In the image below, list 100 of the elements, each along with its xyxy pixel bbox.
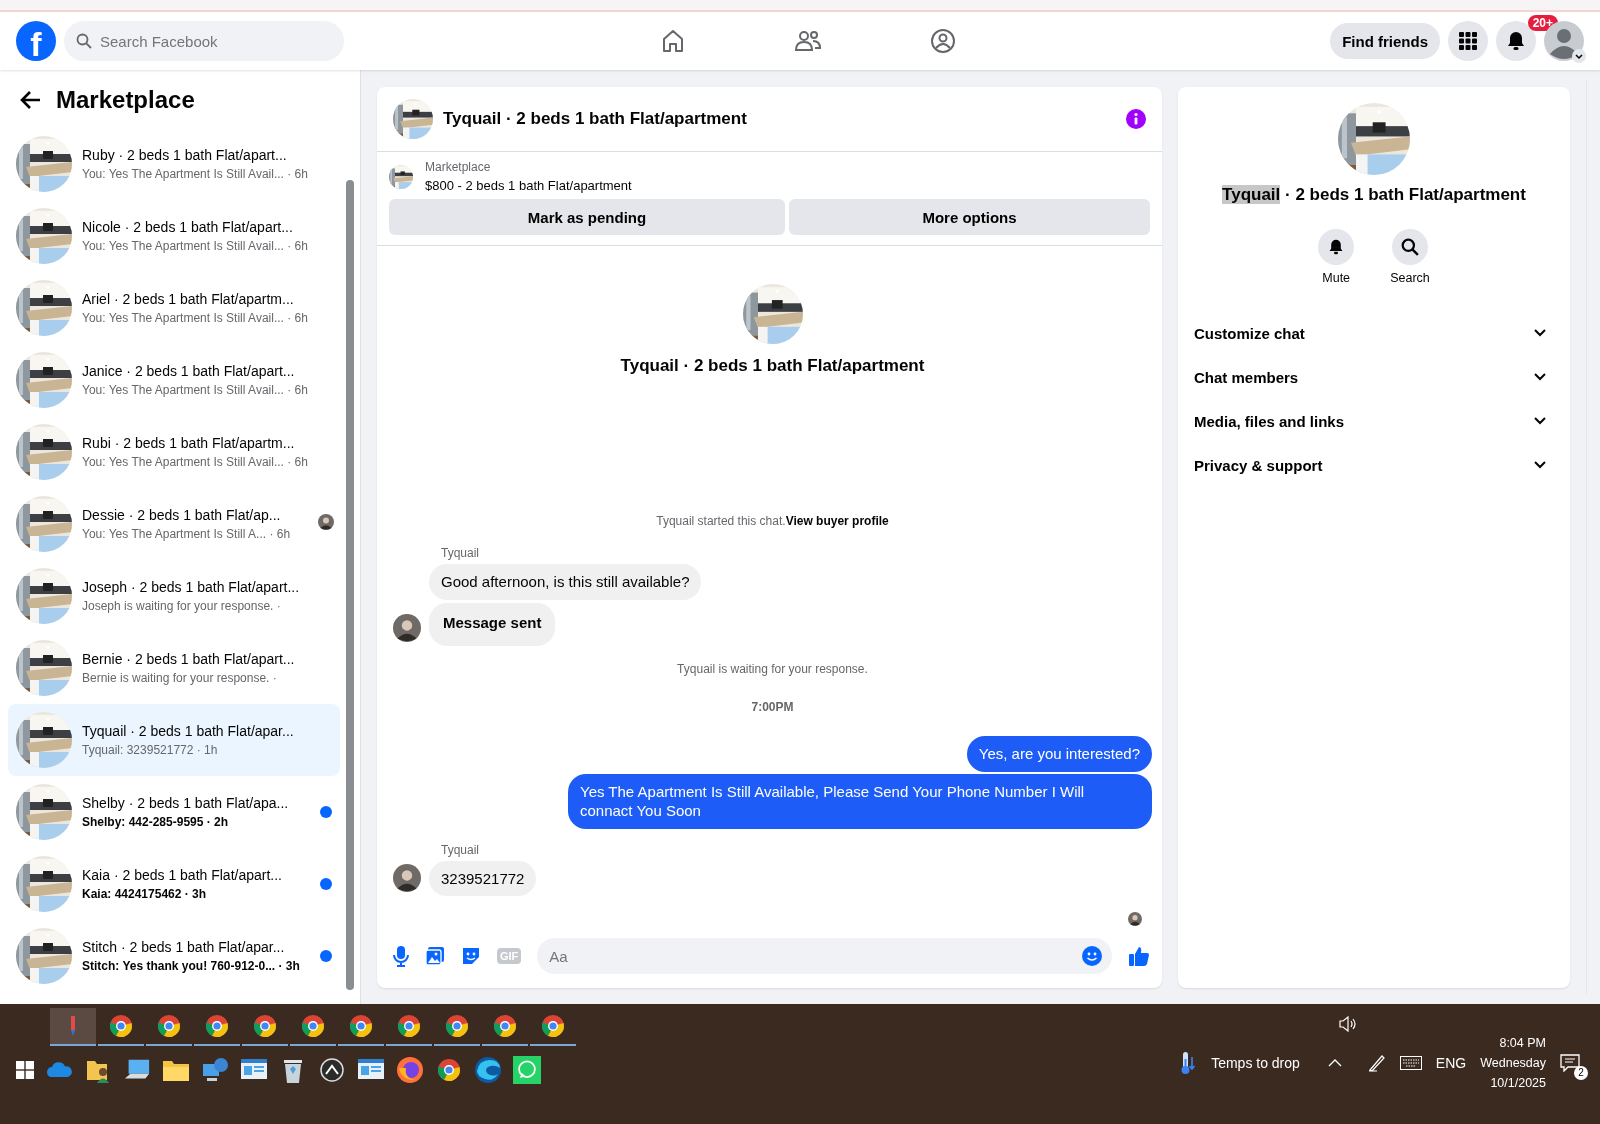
conversation-item[interactable]: Janice · 2 beds 1 bath Flat/apart... You: Yes The Apartment Is Still Avail... · 6h (8, 344, 340, 416)
conversation-title: Stitch · 2 beds 1 bath Flat/apar... (82, 939, 285, 955)
message-bubble: Yes The Apartment Is Still Available, Please Send Your Phone Number I Will connact You Soon (568, 773, 1152, 829)
sidebar-title: Marketplace (56, 86, 195, 114)
action-button[interactable]: Mark as pending (389, 199, 785, 235)
friends-icon[interactable] (794, 28, 823, 54)
browser-icon[interactable] (109, 1014, 133, 1038)
conversation-item[interactable]: Rubi · 2 beds 1 bath Flat/apartm... You: Yes The Apartment Is Still Avail... · 6h (8, 416, 340, 488)
conversation-item[interactable]: Nicole · 2 beds 1 bath Flat/apart... You: Yes The Apartment Is Still Avail... · 6h (8, 200, 340, 272)
conversation-item[interactable]: Tyquail · 2 beds 1 bath Flat/apar... Tyquail: 3239521772 · 1h (8, 704, 340, 776)
image-icon[interactable] (425, 946, 445, 966)
seen-avatar (1128, 912, 1142, 926)
browser-icon[interactable] (445, 1014, 469, 1038)
menu-button[interactable] (1448, 21, 1488, 61)
conversation-item[interactable]: Ariel · 2 beds 1 bath Flat/apartm... You: Yes The Apartment Is Still Avail... · 6h (8, 272, 340, 344)
conversation-preview: Stitch: Yes thank you! 760-912-0... · 3h (82, 959, 300, 973)
conversation-title: Dessie · 2 beds 1 bath Flat/ap... (82, 507, 281, 523)
conversation-title: Rubi · 2 beds 1 bath Flat/apartm... (82, 435, 295, 451)
chevron-icon (1572, 49, 1586, 63)
sender-avatar (393, 614, 421, 642)
section-row[interactable]: Chat members (1194, 355, 1554, 399)
section-row[interactable]: Customize chat (1194, 311, 1554, 355)
conversation-item[interactable]: Bernie · 2 beds 1 bath Flat/apart... Bernie is waiting for your response. · (8, 632, 340, 704)
conversation-preview: You: Yes The Apartment Is Still Avail... · 6h (82, 167, 308, 181)
browser-icon[interactable] (301, 1014, 325, 1038)
browser-icon[interactable] (397, 1014, 421, 1038)
section-row[interactable]: Media, files and links (1194, 399, 1554, 443)
find-friends-button[interactable]: Find friends (1330, 23, 1440, 59)
conversation-preview: You: Yes The Apartment Is Still Avail... · 6h (82, 239, 308, 253)
fox-browser-icon[interactable] (396, 1056, 424, 1084)
search-icon (1401, 238, 1419, 256)
microphone-icon[interactable] (393, 945, 409, 967)
chat-app-icon[interactable] (513, 1054, 541, 1086)
info-icon[interactable] (1126, 109, 1146, 129)
keyboard-icon[interactable] (1399, 1056, 1422, 1070)
scrollbar[interactable] (346, 180, 354, 990)
conversation-title: Nicole · 2 beds 1 bath Flat/apart... (82, 219, 293, 235)
browser-icon[interactable] (349, 1014, 373, 1038)
conversation-item[interactable]: Kaia · 2 beds 1 bath Flat/apart... Kaia: 4424175462 · 3h (8, 848, 340, 920)
clock-time[interactable]: 8:04 PM (1499, 1036, 1546, 1050)
folder-icon[interactable] (162, 1058, 190, 1082)
conversation-item[interactable]: Dessie · 2 beds 1 bath Flat/ap... You: Yes The Apartment Is Still A... · 6h (8, 488, 340, 560)
thumbs-up-icon[interactable] (1128, 945, 1150, 967)
conversation-item[interactable]: Shelby · 2 beds 1 bath Flat/apa... Shelby: 442-285-9595 · 2h (8, 776, 340, 848)
clock-date[interactable]: 10/1/2025 (1490, 1076, 1546, 1090)
conversation-title: Joseph · 2 beds 1 bath Flat/apart... (82, 579, 300, 595)
sticker-icon[interactable] (461, 946, 481, 966)
clock-day[interactable]: Wednesday (1480, 1056, 1546, 1070)
bell-icon (1506, 31, 1526, 51)
wave-browser-icon[interactable] (474, 1056, 502, 1084)
search-field[interactable]: Search Facebook (64, 21, 344, 61)
language-indicator[interactable]: ENG (1435, 1055, 1467, 1071)
back-arrow-icon[interactable] (20, 90, 42, 110)
message-bubble: 3239521772 (429, 860, 537, 896)
browser-icon[interactable] (541, 1014, 565, 1038)
conversation-preview: You: Yes The Apartment Is Still A... · 6h (82, 527, 291, 541)
seen-avatar (318, 514, 334, 530)
conversation-item[interactable]: Stitch · 2 beds 1 bath Flat/apar... Stitch: Yes thank you! 760-912-0... · 3h (8, 920, 340, 992)
search-icon (76, 33, 92, 49)
bell-icon (1328, 239, 1345, 255)
browser-icon[interactable] (157, 1014, 181, 1038)
intro-title: Tyquail · 2 beds 1 bath Flat/apartment (620, 356, 925, 376)
sender-avatar (393, 864, 421, 892)
windows-icon[interactable] (16, 1061, 34, 1079)
browser-icon[interactable] (253, 1014, 277, 1038)
emoji-icon[interactable] (1082, 946, 1102, 966)
listing-source: Marketplace (425, 160, 492, 174)
thermometer-icon[interactable] (1179, 1051, 1198, 1075)
conversation-preview: Shelby: 442-285-9595 · 2h (82, 815, 229, 829)
chat-title: Tyquail · 2 beds 1 bath Flat/apartment (443, 109, 748, 129)
chat-notice: Tyquail started this chat.View buyer profile (655, 514, 890, 528)
message-field[interactable]: Aa (537, 938, 1112, 974)
conversation-title: Ruby · 2 beds 1 bath Flat/apart... (82, 147, 287, 163)
search-button[interactable] (1392, 229, 1428, 265)
conversation-title: Bernie · 2 beds 1 bath Flat/apart... (82, 651, 295, 667)
groups-icon[interactable] (930, 28, 957, 54)
details-title: Tyquail · 2 beds 1 bath Flat/apartment (1222, 185, 1526, 205)
browser-icon[interactable] (493, 1014, 517, 1038)
chat-notice: Tyquail is waiting for your response. (676, 662, 869, 676)
conversation-preview: You: Yes The Apartment Is Still Avail... · 6h (82, 383, 308, 397)
logo[interactable]: f (16, 21, 56, 61)
message-time: 7:00PM (751, 700, 794, 714)
dial-icon[interactable] (320, 1058, 344, 1082)
message-bubble: Good afternoon, is this still available? (429, 564, 702, 600)
conversation-preview: Joseph is waiting for your response. · (82, 599, 281, 613)
conversation-item[interactable]: Joseph · 2 beds 1 bath Flat/apart... Joseph is waiting for your response. · (8, 560, 340, 632)
speaker-icon[interactable] (1339, 1016, 1358, 1032)
caret-icon[interactable] (1327, 1059, 1342, 1067)
weather-text[interactable]: Temps to drop (1211, 1055, 1300, 1071)
notifications-icon[interactable] (1560, 1054, 1580, 1072)
browser-icon[interactable] (205, 1014, 229, 1038)
browser-icon[interactable] (437, 1058, 461, 1082)
network-icon[interactable] (201, 1056, 229, 1084)
mute-button[interactable] (1318, 229, 1355, 265)
conversation-title: Janice · 2 beds 1 bath Flat/apart... (82, 363, 295, 379)
conversation-item[interactable]: Ruby · 2 beds 1 bath Flat/apart... You: Yes The Apartment Is Still Avail... · 6h (8, 128, 340, 200)
section-row[interactable]: Privacy & support (1194, 443, 1554, 487)
action-button[interactable]: More options (788, 199, 1150, 235)
pen-icon[interactable] (1367, 1054, 1386, 1072)
buyer-profile-link[interactable]: View buyer profile (785, 514, 889, 528)
